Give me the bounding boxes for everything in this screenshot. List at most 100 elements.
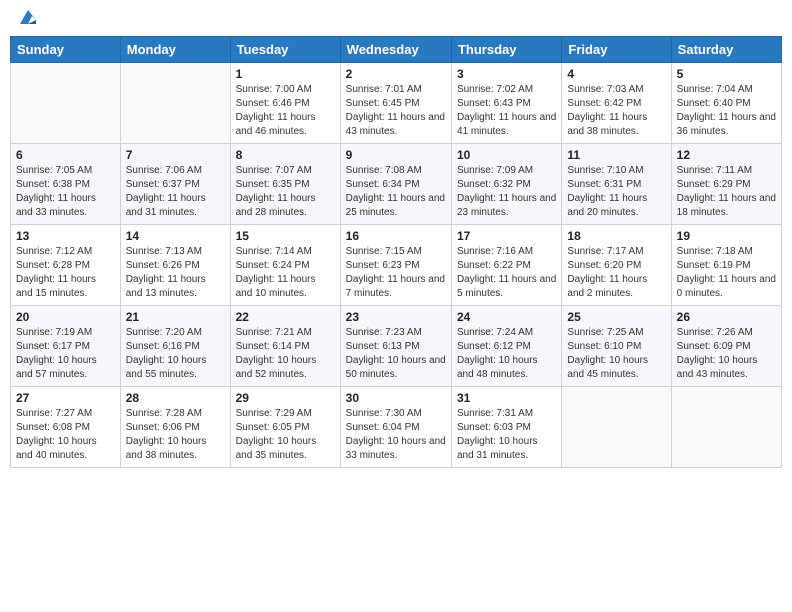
header-friday: Friday bbox=[562, 37, 671, 63]
header-thursday: Thursday bbox=[451, 37, 561, 63]
week-row-5: 27 Sunrise: 7:27 AM Sunset: 6:08 PM Dayli… bbox=[11, 387, 782, 468]
week-row-4: 20 Sunrise: 7:19 AM Sunset: 6:17 PM Dayli… bbox=[11, 306, 782, 387]
calendar-cell: 9Sunrise: 7:08 AM Sunset: 6:34 PM Daylig… bbox=[340, 144, 451, 225]
day-info: Sunrise: 7:11 AM Sunset: 6:29 PM Dayligh… bbox=[677, 164, 776, 220]
day-info: Sunrise: 7:17 AM Sunset: 6:20 PM Dayligh… bbox=[567, 245, 665, 301]
calendar-cell bbox=[120, 63, 230, 144]
day-number: 18 bbox=[567, 229, 665, 243]
week-row-1: 1Sunrise: 7:00 AM Sunset: 6:46 PM Daylig… bbox=[11, 63, 782, 144]
day-number: 16 bbox=[346, 229, 446, 243]
day-info: Sunrise: 7:30 AM Sunset: 6:04 PM Dayligh… bbox=[346, 407, 446, 463]
day-info: Sunrise: 7:04 AM Sunset: 6:40 PM Dayligh… bbox=[677, 83, 776, 139]
calendar-cell: 14 Sunrise: 7:13 AM Sunset: 6:26 PM Dayli… bbox=[120, 225, 230, 306]
day-info: Sunrise: 7:00 AM Sunset: 6:46 PM Dayligh… bbox=[236, 83, 335, 139]
calendar-cell bbox=[562, 387, 671, 468]
day-number: 10 bbox=[457, 148, 556, 162]
calendar-cell: 31 Sunrise: 7:31 AM Sunset: 6:03 PM Dayli… bbox=[451, 387, 561, 468]
calendar-cell: 17 Sunrise: 7:16 AM Sunset: 6:22 PM Dayli… bbox=[451, 225, 561, 306]
calendar-cell: 18 Sunrise: 7:17 AM Sunset: 6:20 PM Dayli… bbox=[562, 225, 671, 306]
day-number: 5 bbox=[677, 67, 776, 81]
calendar-cell: 23Sunrise: 7:23 AM Sunset: 6:13 PM Dayli… bbox=[340, 306, 451, 387]
day-number: 20 bbox=[16, 310, 115, 324]
calendar-cell: 26 Sunrise: 7:26 AM Sunset: 6:09 PM Dayli… bbox=[671, 306, 781, 387]
calendar-cell bbox=[671, 387, 781, 468]
day-info: Sunrise: 7:01 AM Sunset: 6:45 PM Dayligh… bbox=[346, 83, 446, 139]
calendar-cell: 25 Sunrise: 7:25 AM Sunset: 6:10 PM Dayli… bbox=[562, 306, 671, 387]
day-number: 26 bbox=[677, 310, 776, 324]
calendar-cell: 19 Sunrise: 7:18 AM Sunset: 6:19 PM Dayli… bbox=[671, 225, 781, 306]
day-number: 2 bbox=[346, 67, 446, 81]
day-number: 8 bbox=[236, 148, 335, 162]
day-info: Sunrise: 7:24 AM Sunset: 6:12 PM Dayligh… bbox=[457, 326, 556, 382]
day-number: 3 bbox=[457, 67, 556, 81]
header-wednesday: Wednesday bbox=[340, 37, 451, 63]
weekday-header-row: SundayMondayTuesdayWednesdayThursdayFrid… bbox=[11, 37, 782, 63]
day-number: 19 bbox=[677, 229, 776, 243]
day-number: 9 bbox=[346, 148, 446, 162]
day-number: 4 bbox=[567, 67, 665, 81]
day-number: 12 bbox=[677, 148, 776, 162]
day-info: Sunrise: 7:06 AM Sunset: 6:37 PM Dayligh… bbox=[126, 164, 225, 220]
page-header bbox=[10, 10, 782, 30]
day-number: 13 bbox=[16, 229, 115, 243]
day-info: Sunrise: 7:03 AM Sunset: 6:42 PM Dayligh… bbox=[567, 83, 665, 139]
calendar-cell: 5 Sunrise: 7:04 AM Sunset: 6:40 PM Daylig… bbox=[671, 63, 781, 144]
calendar-cell: 1Sunrise: 7:00 AM Sunset: 6:46 PM Daylig… bbox=[230, 63, 340, 144]
header-tuesday: Tuesday bbox=[230, 37, 340, 63]
calendar-cell: 21 Sunrise: 7:20 AM Sunset: 6:16 PM Dayli… bbox=[120, 306, 230, 387]
day-number: 17 bbox=[457, 229, 556, 243]
day-info: Sunrise: 7:14 AM Sunset: 6:24 PM Dayligh… bbox=[236, 245, 335, 301]
header-saturday: Saturday bbox=[671, 37, 781, 63]
calendar-cell: 30 Sunrise: 7:30 AM Sunset: 6:04 PM Dayli… bbox=[340, 387, 451, 468]
day-info: Sunrise: 7:18 AM Sunset: 6:19 PM Dayligh… bbox=[677, 245, 776, 301]
header-sunday: Sunday bbox=[11, 37, 121, 63]
logo-icon bbox=[16, 6, 40, 30]
day-number: 11 bbox=[567, 148, 665, 162]
calendar-cell: 13Sunrise: 7:12 AM Sunset: 6:28 PM Dayli… bbox=[11, 225, 121, 306]
day-info: Sunrise: 7:29 AM Sunset: 6:05 PM Dayligh… bbox=[236, 407, 335, 463]
day-number: 21 bbox=[126, 310, 225, 324]
day-info: Sunrise: 7:07 AM Sunset: 6:35 PM Dayligh… bbox=[236, 164, 335, 220]
calendar-table: SundayMondayTuesdayWednesdayThursdayFrid… bbox=[10, 36, 782, 468]
calendar-cell: 29 Sunrise: 7:29 AM Sunset: 6:05 PM Dayli… bbox=[230, 387, 340, 468]
day-info: Sunrise: 7:25 AM Sunset: 6:10 PM Dayligh… bbox=[567, 326, 665, 382]
calendar-cell: 2 Sunrise: 7:01 AM Sunset: 6:45 PM Daylig… bbox=[340, 63, 451, 144]
day-info: Sunrise: 7:26 AM Sunset: 6:09 PM Dayligh… bbox=[677, 326, 776, 382]
day-info: Sunrise: 7:10 AM Sunset: 6:31 PM Dayligh… bbox=[567, 164, 665, 220]
day-number: 30 bbox=[346, 391, 446, 405]
day-number: 28 bbox=[126, 391, 225, 405]
week-row-2: 6 Sunrise: 7:05 AM Sunset: 6:38 PM Daylig… bbox=[11, 144, 782, 225]
calendar-cell: 10 Sunrise: 7:09 AM Sunset: 6:32 PM Dayli… bbox=[451, 144, 561, 225]
calendar-cell: 15Sunrise: 7:14 AM Sunset: 6:24 PM Dayli… bbox=[230, 225, 340, 306]
day-info: Sunrise: 7:16 AM Sunset: 6:22 PM Dayligh… bbox=[457, 245, 556, 301]
day-number: 6 bbox=[16, 148, 115, 162]
calendar-cell: 4 Sunrise: 7:03 AM Sunset: 6:42 PM Daylig… bbox=[562, 63, 671, 144]
day-info: Sunrise: 7:20 AM Sunset: 6:16 PM Dayligh… bbox=[126, 326, 225, 382]
day-number: 27 bbox=[16, 391, 115, 405]
day-info: Sunrise: 7:19 AM Sunset: 6:17 PM Dayligh… bbox=[16, 326, 115, 382]
day-number: 14 bbox=[126, 229, 225, 243]
day-info: Sunrise: 7:05 AM Sunset: 6:38 PM Dayligh… bbox=[16, 164, 115, 220]
calendar-cell: 6 Sunrise: 7:05 AM Sunset: 6:38 PM Daylig… bbox=[11, 144, 121, 225]
day-info: Sunrise: 7:21 AM Sunset: 6:14 PM Dayligh… bbox=[236, 326, 335, 382]
day-number: 7 bbox=[126, 148, 225, 162]
header-monday: Monday bbox=[120, 37, 230, 63]
day-number: 31 bbox=[457, 391, 556, 405]
calendar-cell: 12 Sunrise: 7:11 AM Sunset: 6:29 PM Dayli… bbox=[671, 144, 781, 225]
day-info: Sunrise: 7:31 AM Sunset: 6:03 PM Dayligh… bbox=[457, 407, 556, 463]
calendar-cell: 24 Sunrise: 7:24 AM Sunset: 6:12 PM Dayli… bbox=[451, 306, 561, 387]
day-number: 29 bbox=[236, 391, 335, 405]
day-info: Sunrise: 7:09 AM Sunset: 6:32 PM Dayligh… bbox=[457, 164, 556, 220]
day-number: 25 bbox=[567, 310, 665, 324]
calendar-cell: 28Sunrise: 7:28 AM Sunset: 6:06 PM Dayli… bbox=[120, 387, 230, 468]
day-info: Sunrise: 7:27 AM Sunset: 6:08 PM Dayligh… bbox=[16, 407, 115, 463]
day-info: Sunrise: 7:23 AM Sunset: 6:13 PM Dayligh… bbox=[346, 326, 446, 382]
calendar-cell: 20 Sunrise: 7:19 AM Sunset: 6:17 PM Dayli… bbox=[11, 306, 121, 387]
calendar-cell: 11 Sunrise: 7:10 AM Sunset: 6:31 PM Dayli… bbox=[562, 144, 671, 225]
calendar-cell: 3Sunrise: 7:02 AM Sunset: 6:43 PM Daylig… bbox=[451, 63, 561, 144]
calendar-cell: 7 Sunrise: 7:06 AM Sunset: 6:37 PM Daylig… bbox=[120, 144, 230, 225]
day-number: 24 bbox=[457, 310, 556, 324]
calendar-cell: 27 Sunrise: 7:27 AM Sunset: 6:08 PM Dayli… bbox=[11, 387, 121, 468]
day-info: Sunrise: 7:15 AM Sunset: 6:23 PM Dayligh… bbox=[346, 245, 446, 301]
day-info: Sunrise: 7:13 AM Sunset: 6:26 PM Dayligh… bbox=[126, 245, 225, 301]
